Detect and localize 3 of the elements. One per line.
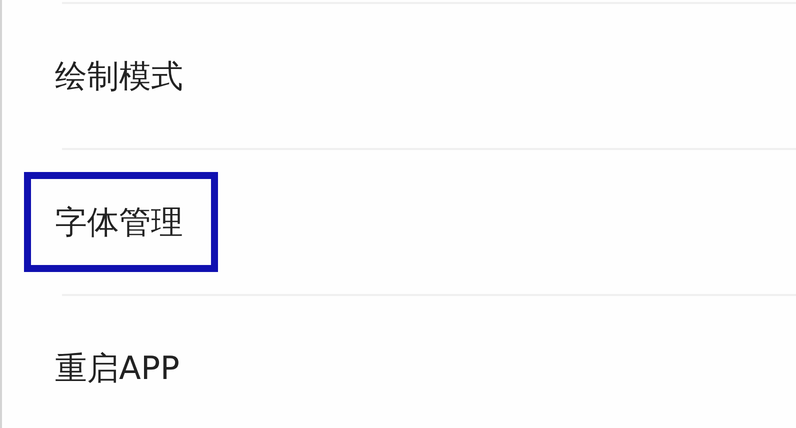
settings-item[interactable]: 绘制模式 bbox=[55, 56, 183, 96]
settings-item[interactable]: 重启APP bbox=[55, 348, 180, 388]
settings-item[interactable]: 字体管理 bbox=[55, 202, 183, 242]
